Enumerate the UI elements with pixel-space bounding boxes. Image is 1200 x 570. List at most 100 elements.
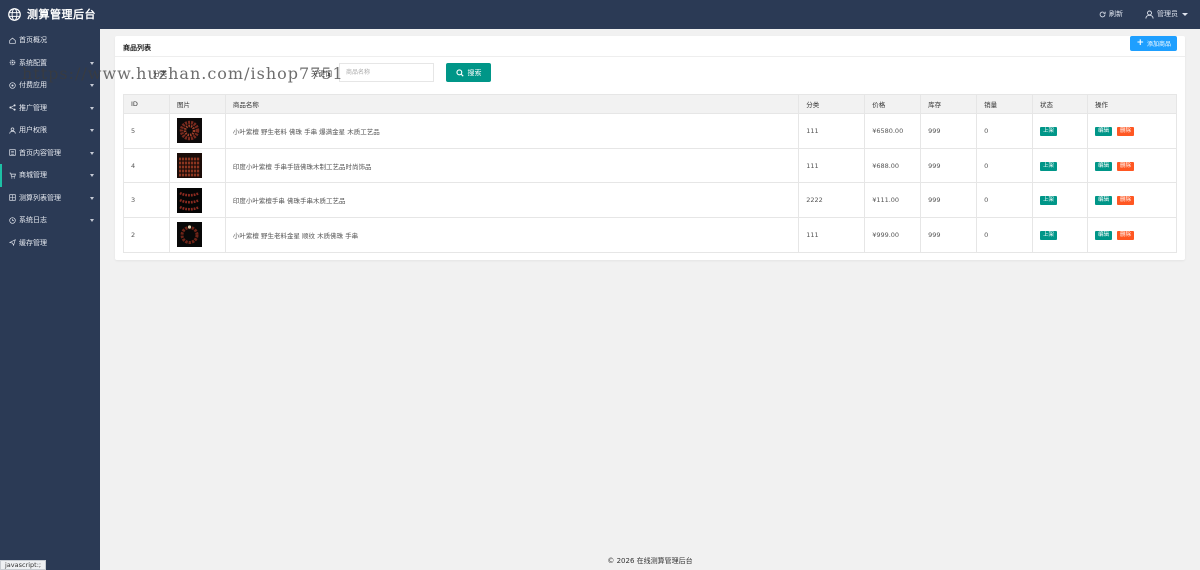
- sidebar-item-system-log[interactable]: 系统日志: [0, 209, 100, 232]
- sidebar-item-home[interactable]: 首页概况: [0, 29, 100, 52]
- status-badge[interactable]: 上架: [1040, 230, 1058, 240]
- target-icon: [9, 82, 16, 89]
- cell-price: ¥111.00: [864, 182, 922, 219]
- cell-stock: 999: [920, 113, 978, 149]
- cell-category: 111: [798, 113, 866, 149]
- cart-icon: [9, 172, 16, 179]
- column-header[interactable]: 分类: [798, 94, 866, 114]
- sidebar-item-label: 系统日志: [19, 216, 47, 225]
- add-product-button[interactable]: + 添加商品: [1130, 36, 1177, 51]
- globe-icon: [8, 7, 21, 21]
- category-label: 分类: [153, 70, 167, 78]
- panel-title: 商品列表: [123, 44, 151, 52]
- cell-category: 111: [798, 147, 866, 184]
- user-icon: [9, 127, 16, 134]
- product-thumbnail[interactable]: [176, 187, 202, 213]
- bead-bracelet-image: [176, 153, 202, 179]
- search-icon: [455, 68, 464, 77]
- chevron-down-icon: [90, 61, 94, 65]
- edit-button[interactable]: 编辑: [1095, 230, 1113, 240]
- clock-icon: [9, 217, 16, 224]
- column-header[interactable]: 商品名称: [224, 94, 800, 114]
- cell-sales: 0: [976, 113, 1034, 149]
- bead-bracelet-image: [176, 187, 202, 213]
- status-badge[interactable]: 上架: [1040, 196, 1058, 206]
- column-header[interactable]: 价格: [864, 94, 922, 114]
- column-header[interactable]: 状态: [1032, 94, 1088, 114]
- product-thumbnail[interactable]: [176, 153, 202, 179]
- sidebar-item-user-permissions[interactable]: 用户权限: [0, 119, 100, 142]
- send-icon: [9, 239, 16, 247]
- delete-button[interactable]: 删除: [1117, 196, 1135, 206]
- cell-category: 111: [798, 217, 866, 253]
- product-thumbnail[interactable]: [176, 118, 202, 144]
- browser-status-bar: javascript:;: [0, 560, 47, 570]
- column-header[interactable]: ID: [123, 94, 170, 114]
- refresh-label: 刷新: [1109, 10, 1123, 18]
- sidebar-item-label: 付费应用: [19, 81, 47, 90]
- cell-price: ¥688.00: [864, 147, 922, 184]
- cell-id: 4: [123, 147, 170, 184]
- status-badge[interactable]: 上架: [1040, 161, 1058, 171]
- gear-icon: [9, 59, 16, 66]
- sidebar-item-label: 首页内容管理: [19, 148, 61, 157]
- sidebar-item-mall[interactable]: 商城管理: [0, 164, 100, 187]
- refresh-button[interactable]: 刷新: [1099, 9, 1123, 19]
- sidebar-item-promotion[interactable]: 推广管理: [0, 97, 100, 120]
- search-label: 搜索: [467, 68, 482, 77]
- cell-sales: 0: [976, 217, 1034, 253]
- cell-id: 5: [123, 113, 170, 149]
- panel-header: 商品列表 + 添加商品: [115, 36, 1185, 57]
- sidebar-item-system-config[interactable]: 系统配置: [0, 52, 100, 75]
- cell-id: 2: [123, 217, 170, 253]
- logo[interactable]: 测算管理后台: [8, 6, 96, 22]
- chevron-down-icon: [90, 106, 94, 110]
- refresh-icon: [1099, 11, 1106, 17]
- sidebar-item-calc-list[interactable]: 测算列表管理: [0, 187, 100, 210]
- cell-stock: 999: [920, 147, 978, 184]
- sidebar-item-paid-apps[interactable]: 付费应用: [0, 74, 100, 97]
- share-icon: [9, 104, 16, 111]
- chevron-down-icon: [90, 129, 94, 132]
- keyword-input[interactable]: [339, 63, 434, 82]
- edit-button[interactable]: 编辑: [1095, 126, 1113, 136]
- cell-name: 小叶紫檀 野生老料金星 顺纹 木质佛珠 手串: [224, 217, 800, 253]
- delete-button[interactable]: 删除: [1117, 126, 1135, 136]
- cell-stock: 999: [920, 182, 978, 219]
- status-badge[interactable]: 上架: [1040, 126, 1058, 136]
- cell-stock: 999: [920, 217, 978, 253]
- app-title: 测算管理后台: [27, 8, 96, 21]
- product-thumbnail[interactable]: [176, 222, 202, 248]
- top-header: 测算管理后台 刷新 管理员: [0, 0, 1200, 29]
- chevron-down-icon: [90, 84, 94, 87]
- column-header[interactable]: 库存: [920, 94, 978, 114]
- sidebar-item-label: 缓存管理: [19, 238, 47, 247]
- sidebar-item-home-content[interactable]: 首页内容管理: [0, 142, 100, 165]
- chevron-down-icon: [90, 174, 94, 177]
- edit-button[interactable]: 编辑: [1095, 196, 1113, 206]
- delete-button[interactable]: 删除: [1117, 161, 1135, 171]
- column-header[interactable]: 销量: [976, 94, 1034, 114]
- footer: © 2026 在线测算管理后台: [100, 553, 1200, 570]
- sidebar: 首页概况 系统配置 付费应用 推广管理 用户权限 首页内容管理 商城管理 测算列…: [0, 29, 100, 570]
- cell-id: 3: [123, 182, 170, 219]
- delete-button[interactable]: 删除: [1117, 230, 1135, 240]
- column-header[interactable]: 图片: [168, 94, 226, 114]
- bead-bracelet-image: [176, 222, 202, 248]
- user-icon: [1145, 10, 1154, 19]
- sidebar-item-cache[interactable]: 缓存管理: [0, 232, 100, 255]
- column-header[interactable]: 操作: [1087, 94, 1177, 114]
- table-header-row: ID 图片 商品名称 分类 价格 库存 销量 状态 操作: [123, 94, 1177, 114]
- user-menu[interactable]: 管理员: [1145, 9, 1188, 19]
- sidebar-item-label: 用户权限: [19, 126, 47, 135]
- grid-icon: [9, 194, 16, 201]
- table-row: 5 小叶紫檀 野生老料 佛珠 手串 爆满金星 木质工艺品 111 ¥6580.0…: [123, 113, 1177, 149]
- sidebar-item-label: 商城管理: [19, 171, 47, 180]
- search-button[interactable]: 搜索: [446, 63, 491, 82]
- edit-button[interactable]: 编辑: [1095, 161, 1113, 171]
- table-row: 4 印度小叶紫檀 手串手链佛珠木制工艺品时尚饰品 111 ¥688.00 999…: [123, 147, 1177, 184]
- cell-price: ¥6580.00: [864, 113, 922, 149]
- table-row: 3 印度小叶紫檀手串 佛珠手串木质工艺品 2222 ¥111.00 999 0 …: [123, 182, 1177, 219]
- plus-icon: +: [1136, 38, 1144, 48]
- filter-bar: 分类 关键词 搜索: [115, 63, 1185, 83]
